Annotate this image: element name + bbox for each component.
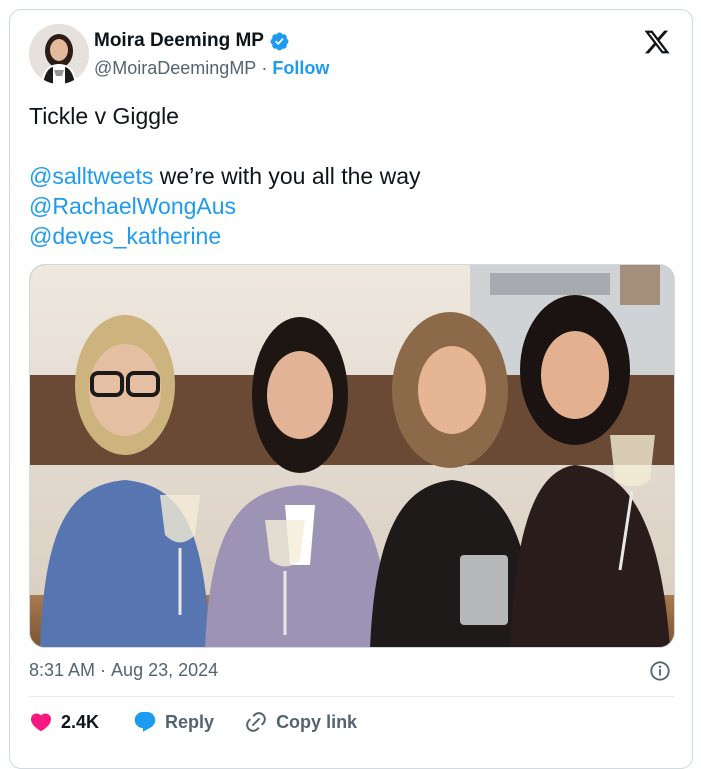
timestamp[interactable]: 8:31 AM · Aug 23, 2024 (29, 660, 218, 681)
handle-row: @MoiraDeemingMP · Follow (94, 58, 329, 79)
reply-label: Reply (165, 711, 215, 732)
tweet-text-line-5: @deves_katherine (29, 221, 221, 251)
tweet-time[interactable]: 8:31 AM (29, 660, 95, 681)
tweet-card: Moira Deeming MP @MoiraDeemingMP · Follo… (9, 9, 693, 769)
tweet-text-line-1: Tickle v Giggle (29, 103, 179, 129)
follow-button[interactable]: Follow (272, 58, 329, 79)
verified-badge-icon (270, 32, 289, 50)
author-handle[interactable]: @MoiraDeemingMP (94, 58, 256, 79)
copy-link-label: Copy link (276, 711, 358, 732)
divider (29, 696, 674, 697)
reply-bubble-icon (134, 712, 156, 732)
avatar[interactable] (29, 24, 89, 84)
link-icon (246, 712, 266, 732)
copy-link-button[interactable]: Copy link (244, 710, 357, 734)
author-name[interactable]: Moira Deeming MP (94, 30, 264, 52)
mention-salltweets[interactable]: @salltweets (29, 163, 153, 189)
timestamp-separator: · (100, 660, 107, 680)
action-bar: 2.4K Reply Copy link (29, 710, 357, 734)
like-button[interactable]: 2.4K (29, 710, 133, 734)
author-name-row[interactable]: Moira Deeming MP (94, 30, 290, 52)
tweet-text-rest: we’re with you all the way (153, 163, 421, 189)
like-count: 2.4K (61, 711, 100, 732)
handle-separator: · (261, 58, 268, 78)
x-logo-icon[interactable] (643, 28, 671, 56)
tweet-date[interactable]: Aug 23, 2024 (111, 660, 218, 681)
tweet-text-line-3: @salltweets we’re with you all the way (29, 161, 421, 191)
mention-rachaelwongaus[interactable]: @RachaelWongAus (29, 193, 236, 219)
tweet-photo[interactable] (29, 264, 675, 648)
info-icon[interactable] (649, 660, 671, 682)
tweet-text-line-4: @RachaelWongAus (29, 191, 236, 221)
heart-icon (30, 713, 52, 732)
mention-deves-katherine[interactable]: @deves_katherine (29, 223, 221, 249)
reply-button[interactable]: Reply (133, 710, 244, 734)
